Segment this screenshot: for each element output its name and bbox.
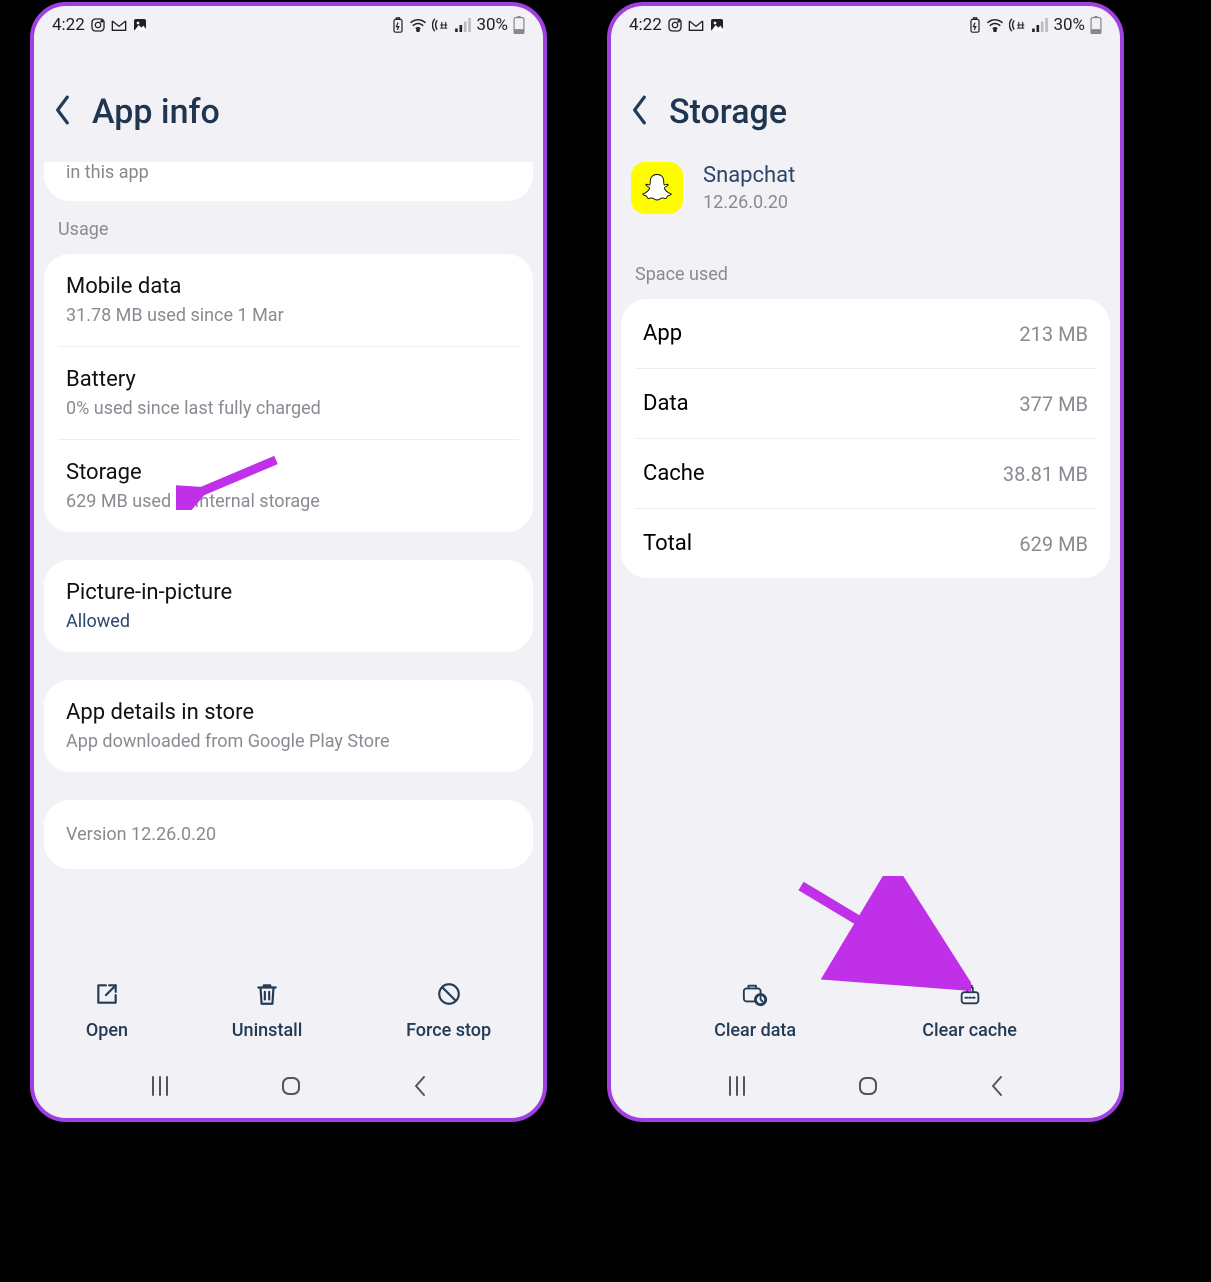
wifi-icon xyxy=(409,18,427,32)
clear-data-label: Clear data xyxy=(714,1020,796,1041)
gmail-icon xyxy=(111,18,127,32)
app-size-row: App 213 MB xyxy=(621,299,1110,368)
snapchat-app-icon xyxy=(631,162,683,214)
usage-section-label: Usage xyxy=(34,219,543,254)
trash-icon xyxy=(254,981,280,1012)
gmail-icon xyxy=(688,18,704,32)
mobile-data-sub: 31.78 MB used since 1 Mar xyxy=(66,305,511,326)
gallery-icon xyxy=(709,17,725,33)
back-nav-button[interactable] xyxy=(988,1074,1006,1102)
bottom-action-bar: Open Uninstall Force stop xyxy=(34,958,543,1058)
total-size-value: 629 MB xyxy=(1019,532,1088,556)
clear-data-button[interactable]: Clear data xyxy=(714,981,796,1041)
clear-cache-button[interactable]: Clear cache xyxy=(922,981,1017,1041)
home-button[interactable] xyxy=(856,1074,880,1102)
android-nav-bar xyxy=(34,1058,543,1118)
store-title: App details in store xyxy=(66,700,511,725)
instagram-icon xyxy=(90,17,106,33)
page-title: Storage xyxy=(669,92,787,132)
store-row[interactable]: App details in store App downloaded from… xyxy=(44,680,533,772)
cache-size-label: Cache xyxy=(643,461,705,486)
app-size-label: App xyxy=(643,321,682,346)
open-button[interactable]: Open xyxy=(86,981,128,1041)
app-size-value: 213 MB xyxy=(1019,322,1088,346)
data-size-label: Data xyxy=(643,391,689,416)
pip-row[interactable]: Picture-in-picture Allowed xyxy=(44,560,533,652)
status-time: 4:22 xyxy=(52,15,85,35)
mobile-data-row[interactable]: Mobile data 31.78 MB used since 1 Mar xyxy=(44,254,533,346)
truncated-card: in this app xyxy=(44,162,533,201)
phone-right-storage: 4:22 30% xyxy=(607,2,1124,1122)
status-time: 4:22 xyxy=(629,15,662,35)
battery-icon xyxy=(1090,16,1102,34)
cache-size-value: 38.81 MB xyxy=(1003,462,1088,486)
status-bar: 4:22 30% xyxy=(34,6,543,44)
volte-icon xyxy=(1009,18,1027,32)
clear-cache-icon xyxy=(957,981,983,1012)
signal-icon xyxy=(455,18,471,32)
space-used-card: App 213 MB Data 377 MB Cache 38.81 MB To… xyxy=(621,299,1110,578)
battery-row[interactable]: Battery 0% used since last fully charged xyxy=(44,347,533,439)
battery-status-icon xyxy=(969,17,981,33)
volte-icon xyxy=(432,18,450,32)
back-button[interactable] xyxy=(631,95,649,129)
total-size-row: Total 629 MB xyxy=(621,509,1110,578)
storage-title: Storage xyxy=(66,460,511,485)
version-card: Version 12.26.0.20 xyxy=(44,800,533,869)
screen-header: Storage xyxy=(611,44,1120,162)
recents-button[interactable] xyxy=(148,1075,172,1101)
battery-percent: 30% xyxy=(1053,15,1085,35)
clear-data-icon xyxy=(741,981,769,1012)
storage-row[interactable]: Storage 629 MB used in Internal storage xyxy=(44,440,533,532)
data-size-row: Data 377 MB xyxy=(621,369,1110,438)
open-label: Open xyxy=(86,1020,128,1041)
pip-sub: Allowed xyxy=(66,611,511,632)
back-button[interactable] xyxy=(54,95,72,129)
version-text: Version 12.26.0.20 xyxy=(66,824,511,845)
app-version: 12.26.0.20 xyxy=(703,192,795,213)
battery-status-icon xyxy=(392,17,404,33)
screen-header: App info xyxy=(34,44,543,162)
store-sub: App downloaded from Google Play Store xyxy=(66,731,511,752)
clear-cache-label: Clear cache xyxy=(922,1020,1017,1041)
phone-left-app-info: 4:22 30% xyxy=(30,2,547,1122)
battery-percent: 30% xyxy=(476,15,508,35)
store-card: App details in store App downloaded from… xyxy=(44,680,533,772)
app-name: Snapchat xyxy=(703,163,795,188)
back-nav-button[interactable] xyxy=(411,1074,429,1102)
force-stop-label: Force stop xyxy=(406,1020,491,1041)
force-stop-button[interactable]: Force stop xyxy=(406,981,491,1041)
data-size-value: 377 MB xyxy=(1019,392,1088,416)
uninstall-button[interactable]: Uninstall xyxy=(232,981,303,1041)
total-size-label: Total xyxy=(643,531,692,556)
open-icon xyxy=(94,981,120,1012)
battery-icon xyxy=(513,16,525,34)
storage-sub: 629 MB used in Internal storage xyxy=(66,491,511,512)
wifi-icon xyxy=(986,18,1004,32)
uninstall-label: Uninstall xyxy=(232,1020,303,1041)
instagram-icon xyxy=(667,17,683,33)
pip-card: Picture-in-picture Allowed xyxy=(44,560,533,652)
bottom-action-bar: Clear data Clear cache xyxy=(611,958,1120,1058)
recents-button[interactable] xyxy=(725,1075,749,1101)
battery-sub: 0% used since last fully charged xyxy=(66,398,511,419)
pip-title: Picture-in-picture xyxy=(66,580,511,605)
mobile-data-title: Mobile data xyxy=(66,274,511,299)
android-nav-bar xyxy=(611,1058,1120,1118)
home-button[interactable] xyxy=(279,1074,303,1102)
stop-icon xyxy=(436,981,462,1012)
cache-size-row: Cache 38.81 MB xyxy=(621,439,1110,508)
usage-card: Mobile data 31.78 MB used since 1 Mar Ba… xyxy=(44,254,533,532)
status-bar: 4:22 30% xyxy=(611,6,1120,44)
page-title: App info xyxy=(92,92,220,132)
app-header-block: Snapchat 12.26.0.20 xyxy=(611,162,1120,264)
space-used-label: Space used xyxy=(611,264,1120,299)
signal-icon xyxy=(1032,18,1048,32)
battery-title: Battery xyxy=(66,367,511,392)
gallery-icon xyxy=(132,17,148,33)
